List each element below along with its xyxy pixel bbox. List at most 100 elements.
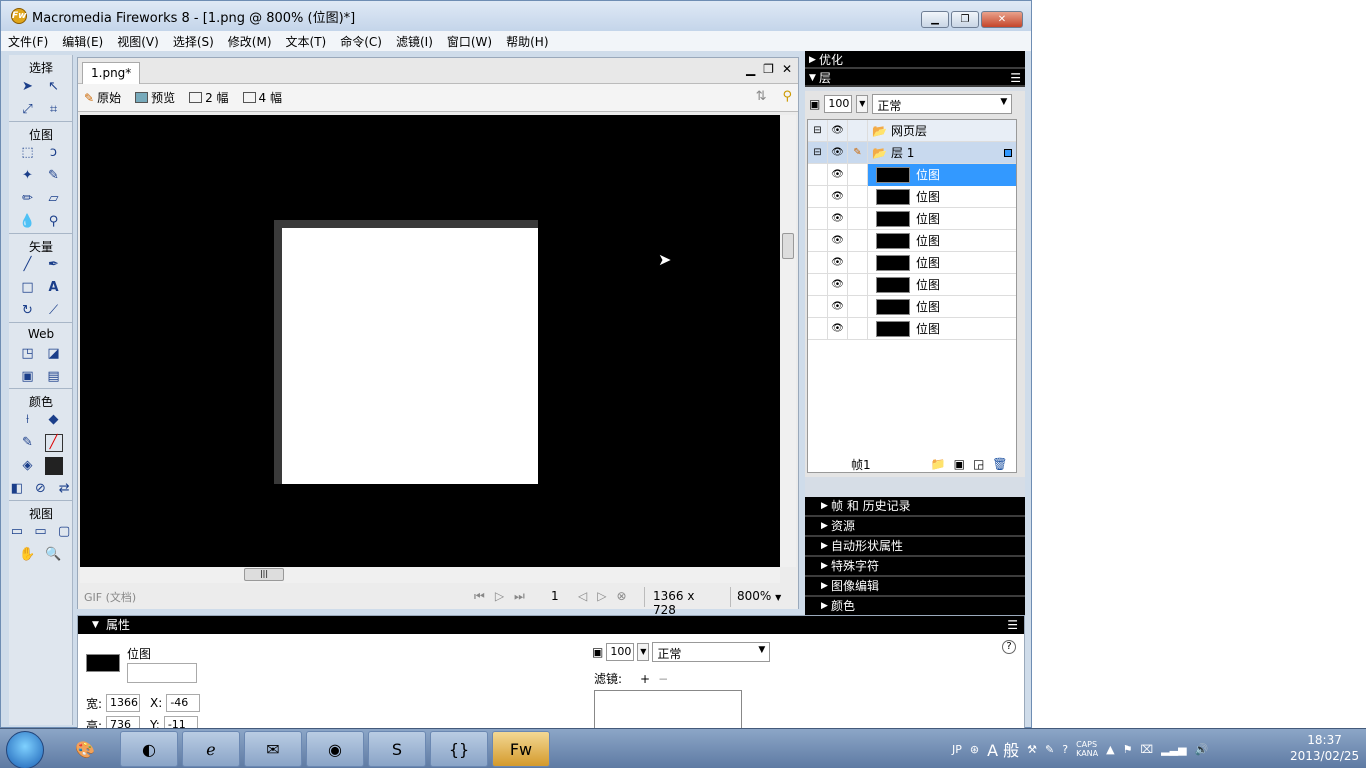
eye-icon[interactable]: 👁 [828,229,848,252]
layer-blend-select[interactable]: 正常 ▼ [872,94,1013,114]
fill-none-swatch-icon[interactable]: ╱ [44,433,63,452]
quick-export-icon[interactable]: ⇅ [756,89,767,104]
action-center-icon[interactable]: ⚑ [1123,743,1133,756]
filters-list[interactable] [594,690,742,730]
edit-pencil-icon[interactable]: ✎ [848,141,868,164]
eye-icon[interactable]: 👁 [828,317,848,340]
view-original-button[interactable]: ✎ 原始 [84,89,121,106]
volume-icon[interactable]: 🔊 [1195,743,1209,756]
eye-icon[interactable]: 👁 [828,163,848,186]
subselection-tool-icon[interactable]: ↖ [45,78,63,96]
bitmap-object-row[interactable]: 👁 位图 [808,185,1016,208]
vertical-scrollbar[interactable] [780,115,796,567]
eye-icon[interactable]: 👁 [828,295,848,318]
menu-file[interactable]: 文件(F) [1,33,55,50]
system-clock[interactable]: 18:37 2013/02/25 [1290,732,1359,764]
hotspot-tool-icon[interactable]: ◳ [19,345,37,363]
trash-icon[interactable]: 🗑 [992,457,1007,471]
language-indicator[interactable]: JP [952,743,962,756]
text-tool-icon[interactable]: A [45,279,63,297]
standard-screen-mode-icon[interactable]: ▭ [9,523,25,541]
collapse-toggle-icon[interactable]: ⊟ [808,119,828,142]
editor-app-icon[interactable]: {} [430,731,488,767]
magic-wand-tool-icon[interactable]: ✦ [19,167,37,185]
rubber-stamp-tool-icon[interactable]: ⚲ [45,213,63,231]
bitmap-object-row[interactable]: 👁 位图 [808,229,1016,252]
eye-icon[interactable]: 👁 [828,251,848,274]
fill-swatch-icon[interactable] [44,456,63,475]
zoom-tool-icon[interactable]: 🔍 [45,546,63,564]
assets-panel-header[interactable]: ▶ 资源 [805,517,1025,537]
menu-commands[interactable]: 命令(C) [333,33,389,50]
object-blend-select[interactable]: 正常 ▼ [652,642,771,662]
knife-tool-icon[interactable]: ⟋ [45,302,63,320]
ime-tool-icon[interactable]: ⚒ [1027,743,1037,756]
blur-tool-icon[interactable]: 💧 [19,213,37,231]
fullscreen-menu-mode-icon[interactable]: ▭ [33,523,49,541]
menu-view[interactable]: 视图(V) [110,33,166,50]
internet-explorer-icon[interactable]: ℯ [182,731,240,767]
bitmap-object-row[interactable]: 👁 位图 [808,273,1016,296]
line-tool-icon[interactable]: ╱ [19,256,37,274]
brush-tool-icon[interactable]: ✎ [45,167,63,185]
bitmap-white-square[interactable] [282,228,538,484]
x-input[interactable]: -46 [166,694,201,712]
eye-icon[interactable]: 👁 [828,119,848,142]
frames-history-panel-header[interactable]: ▶ 帧 和 历史记录 [805,497,1025,517]
add-mask-icon[interactable]: ▣ [954,457,965,471]
vertical-scroll-thumb[interactable] [782,233,794,259]
document-tab[interactable]: 1.png* [82,62,141,84]
panel-options-icon[interactable]: ☰ [1010,69,1021,87]
ime-icon[interactable]: ⊛ [970,743,979,756]
menu-modify[interactable]: 修改(M) [221,33,279,50]
default-colors-icon[interactable]: ◧ [9,480,25,498]
rectangle-tool-icon[interactable]: □ [19,279,37,297]
scale-tool-icon[interactable]: ⤢ [19,101,37,119]
marquee-tool-icon[interactable]: ⬚ [19,144,37,162]
bitmap-object-row[interactable]: 👁 位图 [808,317,1016,340]
media-app-icon[interactable]: 🎨 [56,731,114,767]
horizontal-scroll-thumb[interactable]: ||| [244,568,284,581]
view-4up-button[interactable]: 4 幅 [242,89,282,106]
width-input[interactable]: 1366 [106,694,141,712]
menu-select[interactable]: 选择(S) [166,33,221,50]
swap-colors-icon[interactable]: ⇄ [56,480,72,498]
frame-selector[interactable]: 帧1 [851,456,871,473]
app-icon[interactable]: ◐ [120,731,178,767]
object-name-input[interactable] [127,663,197,683]
pen-tool-icon[interactable]: ✒ [45,256,63,274]
remove-filter-icon[interactable]: − [658,672,668,686]
eye-icon[interactable]: 👁 [828,273,848,296]
new-layer-icon[interactable]: ◲ [973,457,984,471]
lasso-tool-icon[interactable]: ↄ [45,144,63,162]
doc-close-icon[interactable]: ✕ [782,62,792,76]
bitmap-object-row[interactable]: 👁 位图 [808,251,1016,274]
web-layer-row[interactable]: ⊟ 👁 📂 网页层 [808,119,1016,142]
bitmap-object-row[interactable]: 👁 位图 [808,295,1016,318]
last-frame-icon[interactable]: ⏭ [514,589,525,604]
new-folder-icon[interactable]: 📁 [931,457,946,471]
first-frame-icon[interactable]: ⏮ [474,589,485,604]
fullscreen-mode-icon[interactable]: ▢ [56,523,72,541]
layer-opacity-input[interactable]: 100 [824,95,853,113]
chrome-icon[interactable]: ◉ [306,731,364,767]
prev-frame-icon[interactable]: ◁ [578,589,587,603]
add-filter-icon[interactable]: + [640,672,650,686]
properties-header[interactable]: ▼ 属性 ☰ [78,616,1024,634]
usb-icon[interactable]: ⌧ [1140,743,1153,756]
opacity-dropdown-icon[interactable]: ▼ [637,643,650,661]
next-frame-icon[interactable]: ▷ [597,589,606,603]
no-color-icon[interactable]: ⊘ [33,480,49,498]
object-opacity-input[interactable]: 100 [606,643,635,661]
paint-bucket-tool-icon[interactable]: ◆ [45,411,63,429]
help-icon[interactable]: ? [1002,640,1016,654]
play-icon[interactable]: ▷ [495,589,504,604]
export-preview-icon[interactable]: ⚲ [782,89,792,104]
bitmap-object-row[interactable]: 👁 位图 [808,207,1016,230]
show-hidden-icons-icon[interactable]: ▲ [1106,743,1114,756]
doc-minimize-icon[interactable]: ▁ [746,62,755,76]
bitmap-object-row[interactable]: 👁 位图 [808,163,1016,186]
collapse-toggle-icon[interactable]: ⊟ [808,141,828,164]
start-button[interactable] [6,731,44,768]
show-slices-icon[interactable]: ▤ [45,368,63,386]
